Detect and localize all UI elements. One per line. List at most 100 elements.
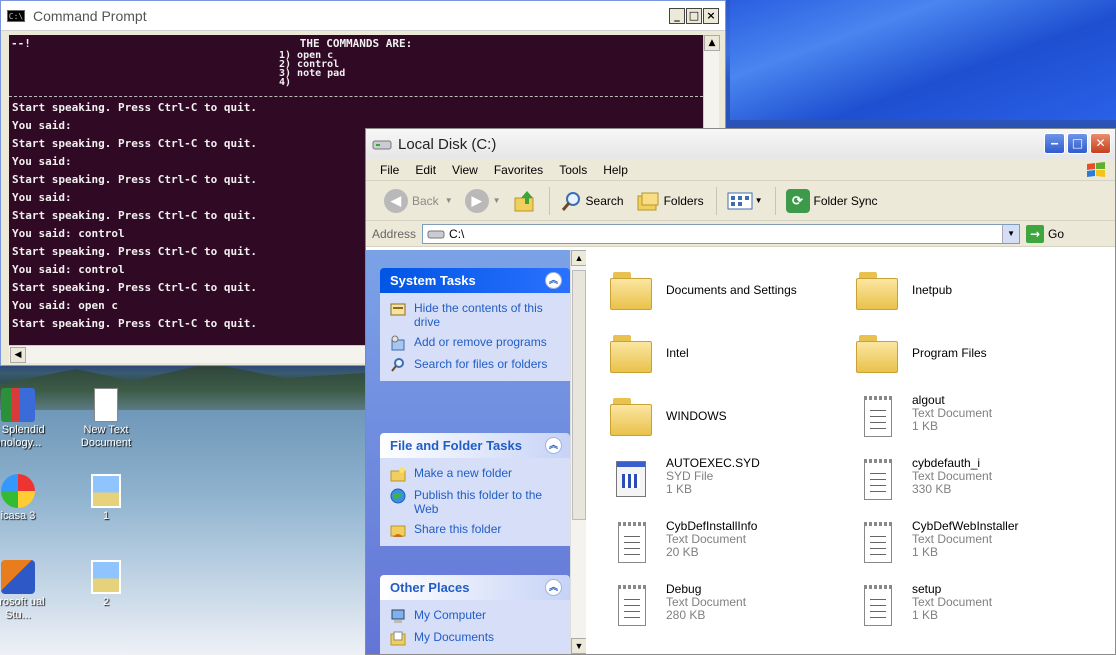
banner-heading: THE COMMANDS ARE: [299, 37, 413, 50]
list-item-documents-and-settings[interactable]: Documents and Settings [610, 268, 850, 314]
hide-contents-icon [390, 303, 406, 316]
folders-button[interactable]: Folders [636, 190, 704, 212]
task-add-remove-programs[interactable]: Add or remove programs [390, 335, 562, 351]
chevron-down-icon: ▼ [444, 196, 453, 205]
task-pane-scrollbar[interactable]: ▲ ▼ [570, 250, 586, 654]
explorer-window[interactable]: Local Disk (C:) ‒ □ ✕ File Edit View Fav… [365, 128, 1116, 655]
task-publish-to-web[interactable]: Publish this folder to the Web [390, 488, 562, 516]
back-button[interactable]: ◀ Back ▼ [384, 188, 453, 213]
cmd-title: Command Prompt [33, 7, 147, 24]
menu-edit[interactable]: Edit [415, 163, 436, 177]
forward-arrow-icon: ▶ [464, 188, 489, 213]
menu-tools[interactable]: Tools [559, 163, 587, 177]
collapse-icon[interactable]: ︽ [545, 272, 562, 289]
forward-button[interactable]: ▶ ▼ [464, 188, 501, 213]
list-item-setup[interactable]: setup Text Document 1 KB [856, 583, 1096, 627]
globe-icon [390, 488, 406, 504]
cmd-titlebar[interactable]: C:\ Command Prompt [1, 1, 725, 31]
task-hide-contents[interactable]: Hide the contents of this drive [390, 301, 562, 329]
place-my-computer[interactable]: My Computer [390, 608, 562, 624]
list-item-program-files[interactable]: Program Files [856, 331, 1096, 377]
console-banner: --! THE COMMANDS ARE: 1) open c 2) contr… [9, 35, 703, 97]
up-folder-button[interactable] [513, 189, 537, 213]
address-bar: Address C:\ ▼ → Go [366, 221, 1115, 247]
list-item-algout[interactable]: algout Text Document 1 KB [856, 394, 1096, 438]
explorer-titlebar[interactable]: Local Disk (C:) [366, 129, 1115, 159]
drive-icon [372, 140, 392, 150]
scroll-left-icon[interactable]: ◀ [10, 347, 26, 363]
other-places-panel: Other Places ︽ My Computer My Documents [380, 575, 570, 654]
chevron-down-icon: ▼ [492, 196, 501, 205]
list-item-autoexec-syd[interactable]: AUTOEXEC.SYD SYD File 1 KB [610, 457, 850, 501]
task-search-files[interactable]: Search for files or folders [390, 357, 562, 373]
list-item-cybdefauth-i[interactable]: cybdefauth_i Text Document 330 KB [856, 457, 1096, 501]
cmd-close-button[interactable]: × [703, 8, 719, 24]
search-icon [561, 191, 580, 211]
new-folder-icon [390, 467, 406, 482]
text-document-icon [856, 457, 900, 501]
desktop-icon-splendid[interactable]: S Splendid nnology... [0, 388, 58, 450]
chevron-down-icon: ▼ [754, 196, 763, 205]
menu-help[interactable]: Help [603, 163, 628, 177]
explorer-title: Local Disk (C:) [398, 135, 497, 153]
share-folder-icon [390, 525, 406, 537]
list-item-intel[interactable]: Intel [610, 331, 850, 377]
desktop-icon-image-1[interactable]: 1 [66, 474, 146, 523]
menu-view[interactable]: View [452, 163, 478, 177]
system-tasks-panel: System Tasks ︽ Hide the contents of this… [380, 268, 570, 381]
go-button[interactable]: → Go [1026, 224, 1064, 243]
menu-favorites[interactable]: Favorites [494, 163, 543, 177]
desktop-icon-picasa[interactable]: icasa 3 [0, 474, 58, 523]
text-document-icon [856, 520, 900, 564]
system-tasks-header[interactable]: System Tasks ︽ [380, 268, 570, 293]
scroll-down-icon[interactable]: ▼ [571, 638, 586, 654]
cmd-maximize-button[interactable]: □ [686, 8, 702, 24]
desktop-icon-visual-studio[interactable]: icrosoft ual Stu... [0, 560, 58, 622]
windows-logo-icon [1087, 162, 1105, 177]
scroll-up-icon[interactable]: ▲ [571, 250, 586, 266]
list-item-debug[interactable]: Debug Text Document 280 KB [610, 583, 850, 627]
text-document-icon [856, 583, 900, 627]
cmd-app-icon: C:\ [7, 9, 25, 22]
desktop-icon-image-2[interactable]: 2 [66, 560, 146, 609]
search-button[interactable]: Search [560, 190, 624, 212]
list-item-cybdefwebinstaller[interactable]: CybDefWebInstaller Text Document 1 KB [856, 520, 1096, 564]
views-button[interactable]: ▼ [727, 191, 763, 211]
task-make-new-folder[interactable]: Make a new folder [390, 466, 562, 482]
up-folder-icon [514, 190, 534, 211]
folder-sync-icon: ⟳ [785, 188, 810, 213]
menu-file[interactable]: File [380, 163, 399, 177]
explorer-close-button[interactable]: ✕ [1090, 133, 1111, 154]
explorer-minimize-button[interactable]: ‒ [1044, 133, 1065, 154]
explorer-maximize-button[interactable]: □ [1067, 133, 1088, 154]
text-document-icon [610, 583, 654, 627]
folder-sync-button[interactable]: ⟳ Folder Sync [785, 188, 878, 213]
list-item-inetpub[interactable]: Inetpub [856, 268, 1096, 314]
console-line: Start speaking. Press Ctrl-C to quit. [12, 101, 258, 114]
address-dropdown-icon[interactable]: ▼ [1002, 224, 1020, 243]
task-share-folder[interactable]: Share this folder [390, 522, 562, 538]
file-list: Documents and Settings Inetpub Intel Pro… [602, 250, 1115, 654]
cmd-minimize-button[interactable]: _ [669, 8, 685, 24]
collapse-icon[interactable]: ︽ [545, 437, 562, 454]
search-icon [391, 358, 404, 372]
folder-icon [610, 396, 654, 440]
splendid-icon [1, 388, 35, 422]
file-folder-tasks-header[interactable]: File and Folder Tasks ︽ [380, 433, 570, 458]
collapse-icon[interactable]: ︽ [545, 579, 562, 596]
scroll-up-icon[interactable]: ▲ [704, 35, 720, 51]
folders-icon [637, 192, 659, 210]
picasa-icon [1, 474, 35, 508]
address-input[interactable]: C:\ ▼ [422, 223, 1021, 244]
desktop-icon-new-text-document[interactable]: New Text Document [66, 388, 146, 450]
place-my-documents[interactable]: My Documents [390, 630, 562, 646]
list-item-windows[interactable]: WINDOWS [610, 394, 850, 440]
list-item-cybdefinstallinfo[interactable]: CybDefInstallInfo Text Document 20 KB [610, 520, 850, 564]
menu-bar: File Edit View Favorites Tools Help [366, 159, 1115, 181]
drive-icon [427, 230, 445, 238]
image-icon [91, 560, 121, 594]
other-places-header[interactable]: Other Places ︽ [380, 575, 570, 600]
file-folder-tasks-panel: File and Folder Tasks ︽ Make a new folde… [380, 433, 570, 546]
folder-icon [856, 270, 900, 314]
scroll-thumb[interactable] [572, 270, 586, 520]
